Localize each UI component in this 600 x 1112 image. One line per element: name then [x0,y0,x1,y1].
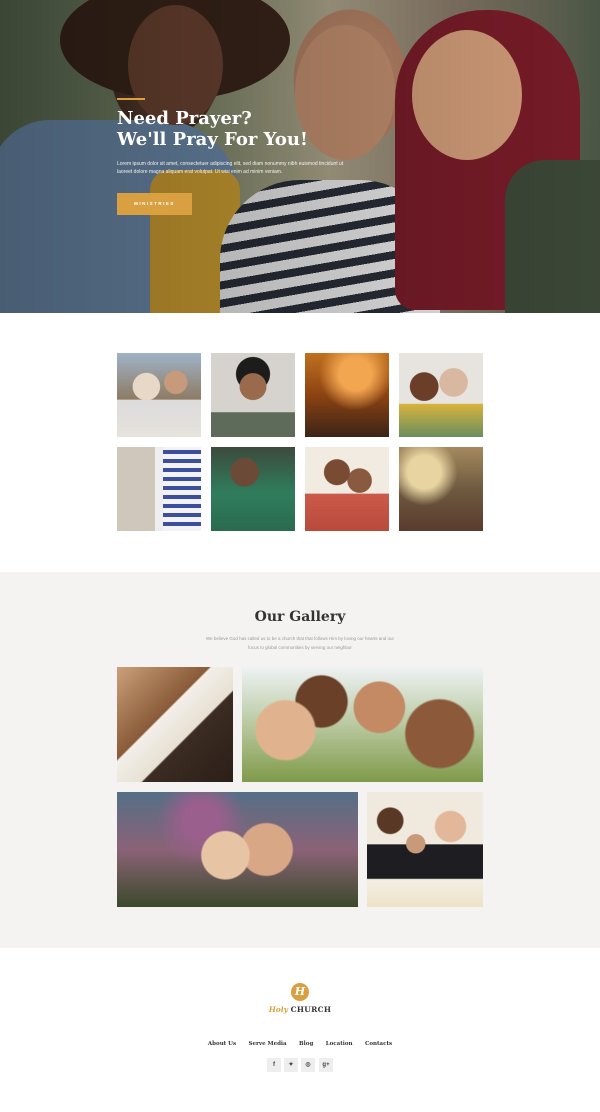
google-plus-icon[interactable]: g+ [319,1058,333,1072]
grid-photo-hug[interactable] [211,447,295,531]
gallery-photo-open-bible[interactable] [117,667,233,782]
grid-photo-couple[interactable] [305,447,389,531]
gallery-photo-hands-flowers[interactable] [117,792,358,907]
instagram-icon[interactable]: ◎ [301,1058,315,1072]
hero-accent-line [117,98,145,100]
hero-description: Lorem ipsum dolor sit amet, consectetuer… [117,161,344,175]
hero-title-line1: Need Prayer? [117,108,252,129]
twitter-icon[interactable]: ✦ [284,1058,298,1072]
ministries-button[interactable]: MINISTRIES [117,193,192,215]
grid-photo-smiling-woman[interactable] [211,353,295,437]
gallery-title: Our Gallery [254,609,346,625]
grid-photo-elderly-couple[interactable] [117,353,201,437]
footer-link-location[interactable]: Location [326,1041,353,1047]
logo-church: CHURCH [290,1005,332,1014]
footer-link-contacts[interactable]: Contacts [365,1041,392,1047]
grid-photo-worship-hands[interactable] [305,353,389,437]
hero-banner: Need Prayer? We'll Pray For You! Lorem i… [0,0,600,313]
footer-link-about-us[interactable]: About Us [208,1041,236,1047]
hero-title: Need Prayer? We'll Pray For You! [117,108,377,150]
logo-icon[interactable]: H [291,983,309,1001]
hero-content: Need Prayer? We'll Pray For You! Lorem i… [117,98,377,215]
gallery-section: Our Gallery We believe God has called us… [0,572,600,948]
gallery-photo-family[interactable] [242,667,483,782]
footer-link-serve-media[interactable]: Serve Media [249,1041,287,1047]
facebook-icon[interactable]: f [267,1058,281,1072]
footer-nav: About Us Serve Media Blog Location Conta… [0,1032,600,1050]
hero-title-line2: We'll Pray For You! [117,129,308,150]
grid-photo-holding-bible[interactable] [117,447,201,531]
grid-photo-women-friends[interactable] [399,353,483,437]
gallery-photo-teacher-children[interactable] [367,792,483,907]
footer-link-blog[interactable]: Blog [299,1041,313,1047]
logo-text[interactable]: Holy CHURCH [0,1005,600,1014]
grid-photo-crowd[interactable] [399,447,483,531]
logo-holy: Holy [268,1005,288,1014]
gallery-subtitle: We believe God has called us to be a chu… [205,636,395,650]
social-links: f ✦ ◎ g+ [267,1058,333,1072]
